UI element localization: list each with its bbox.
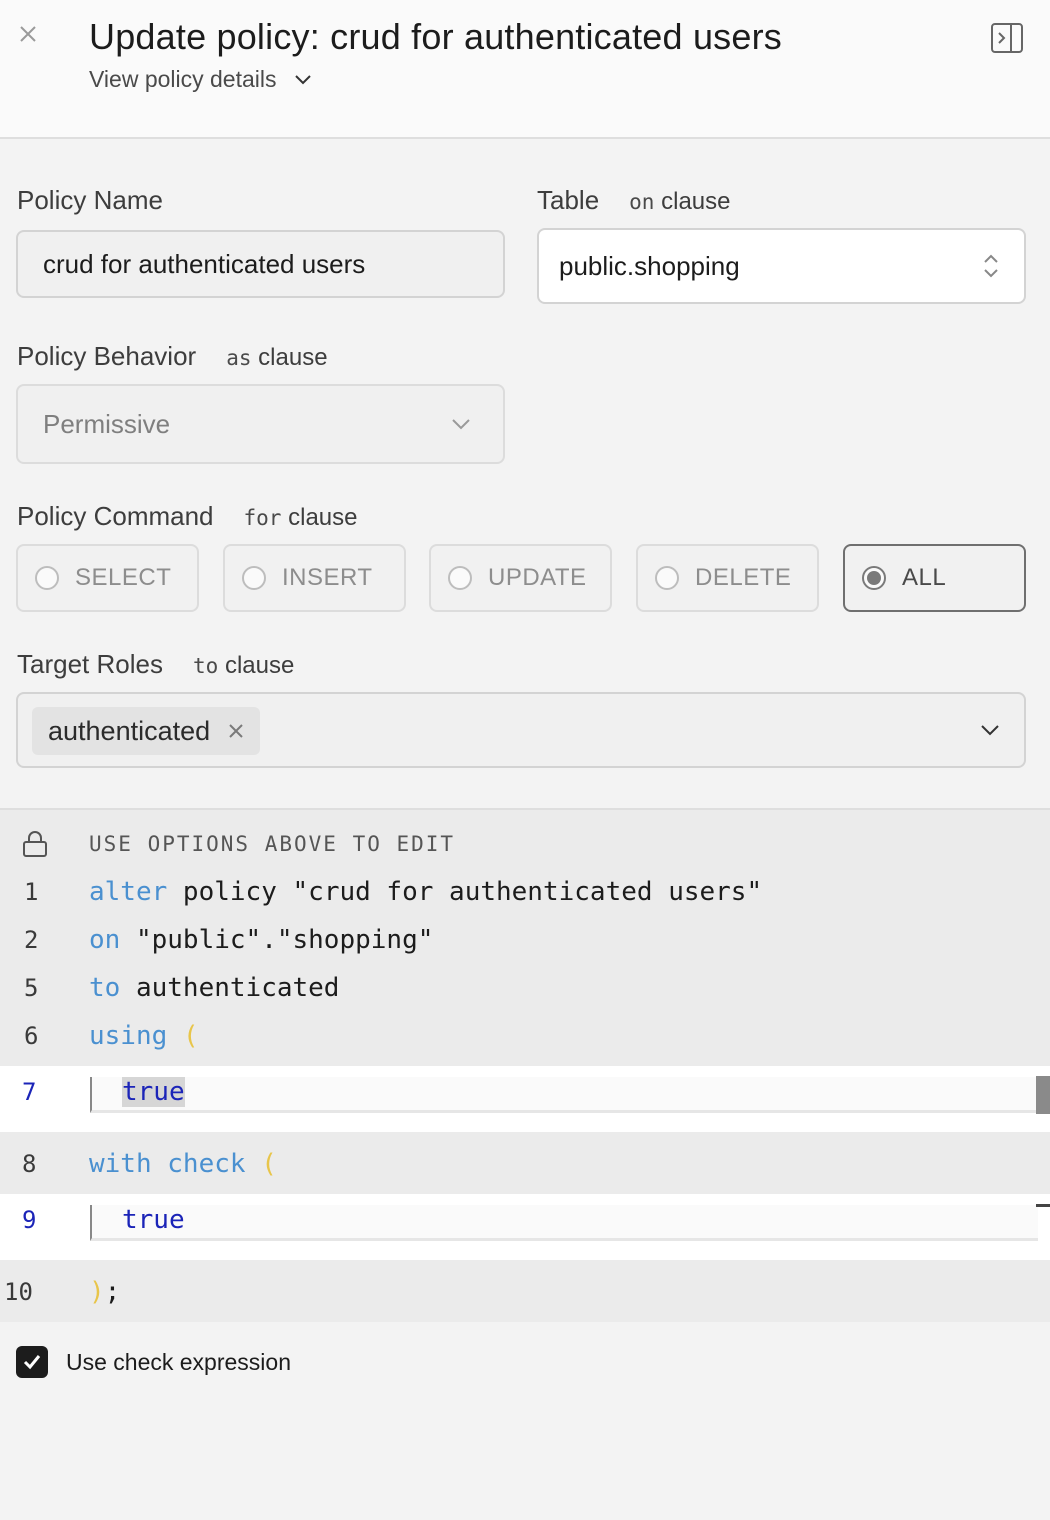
code-line: 8 with check (	[22, 1149, 277, 1179]
lock-icon	[23, 831, 47, 857]
sql-editor: USE OPTIONS ABOVE TO EDIT 1 alter policy…	[0, 808, 1050, 1322]
code-line: 10 );	[4, 1277, 121, 1307]
using-expression-input[interactable]: true	[90, 1077, 1038, 1113]
check-expression-input[interactable]: true	[90, 1205, 1038, 1241]
policy-name-input[interactable]: crud for authenticated users	[16, 230, 505, 298]
radio-icon	[448, 566, 472, 590]
toggle-panel-button[interactable]	[990, 22, 1024, 54]
to-keyword: to	[192, 654, 219, 678]
target-roles-select[interactable]: authenticated	[16, 692, 1026, 768]
remove-icon[interactable]	[228, 723, 244, 739]
panel-header: Update policy: crud for authenticated us…	[0, 0, 1050, 139]
scrollbar-thumb[interactable]	[1036, 1076, 1050, 1114]
view-policy-details-toggle[interactable]: View policy details	[89, 66, 313, 93]
close-icon	[20, 26, 36, 42]
chevron-up-down-icon	[984, 254, 998, 278]
command-option-insert[interactable]: INSERT	[223, 544, 406, 612]
code-line: 6 using (	[24, 1021, 199, 1051]
check-expression-editor[interactable]: 9 true	[0, 1194, 1050, 1260]
radio-icon	[242, 566, 266, 590]
radio-selected-icon	[862, 566, 886, 590]
view-policy-details-label: View policy details	[89, 66, 277, 92]
code-line: 1 alter policy "crud for authenticated u…	[24, 877, 763, 907]
radio-icon	[655, 566, 679, 590]
policy-command-label: Policy Command for clause	[17, 501, 358, 531]
command-option-all[interactable]: ALL	[843, 544, 1026, 612]
for-keyword: for	[243, 506, 282, 530]
command-option-delete[interactable]: DELETE	[636, 544, 819, 612]
chevron-down-icon	[452, 419, 470, 430]
scrollbar-marker	[1036, 1204, 1050, 1207]
chevron-down-icon	[981, 725, 999, 736]
target-roles-label: Target Roles to clause	[17, 649, 295, 679]
radio-icon	[35, 566, 59, 590]
table-select[interactable]: public.shopping	[537, 228, 1026, 304]
on-keyword: on	[629, 190, 655, 214]
policy-name-value: crud for authenticated users	[43, 248, 366, 279]
use-check-expression-toggle[interactable]: Use check expression	[16, 1346, 291, 1378]
check-expression-value: true	[122, 1205, 185, 1235]
policy-name-label: Policy Name	[17, 185, 163, 215]
chevron-down-icon	[294, 74, 311, 84]
command-option-update[interactable]: UPDATE	[429, 544, 612, 612]
sidebar-collapse-icon	[991, 23, 1023, 53]
page-title: Update policy: crud for authenticated us…	[89, 16, 782, 57]
code-line: 5 to authenticated	[24, 973, 340, 1003]
use-check-expression-label: Use check expression	[66, 1348, 291, 1375]
code-line: 2 on "public"."shopping"	[24, 925, 434, 955]
editor-lock-line: USE OPTIONS ABOVE TO EDIT	[0, 820, 1050, 868]
policy-behavior-label: Policy Behavior as clause	[17, 341, 328, 371]
command-option-select[interactable]: SELECT	[16, 544, 199, 612]
role-chip-label: authenticated	[48, 715, 211, 746]
table-select-value: public.shopping	[559, 250, 740, 281]
close-button[interactable]	[14, 20, 42, 48]
using-expression-value: true	[122, 1077, 185, 1107]
lock-hint: USE OPTIONS ABOVE TO EDIT	[89, 832, 456, 856]
policy-behavior-select[interactable]: Permissive	[16, 384, 505, 464]
role-chip: authenticated	[32, 707, 261, 755]
policy-behavior-value: Permissive	[43, 408, 171, 439]
using-expression-editor[interactable]: 7 true	[0, 1066, 1050, 1132]
table-label: Table on clause	[537, 185, 731, 215]
as-keyword: as	[226, 346, 252, 370]
checkbox-checked-icon[interactable]	[16, 1346, 48, 1378]
